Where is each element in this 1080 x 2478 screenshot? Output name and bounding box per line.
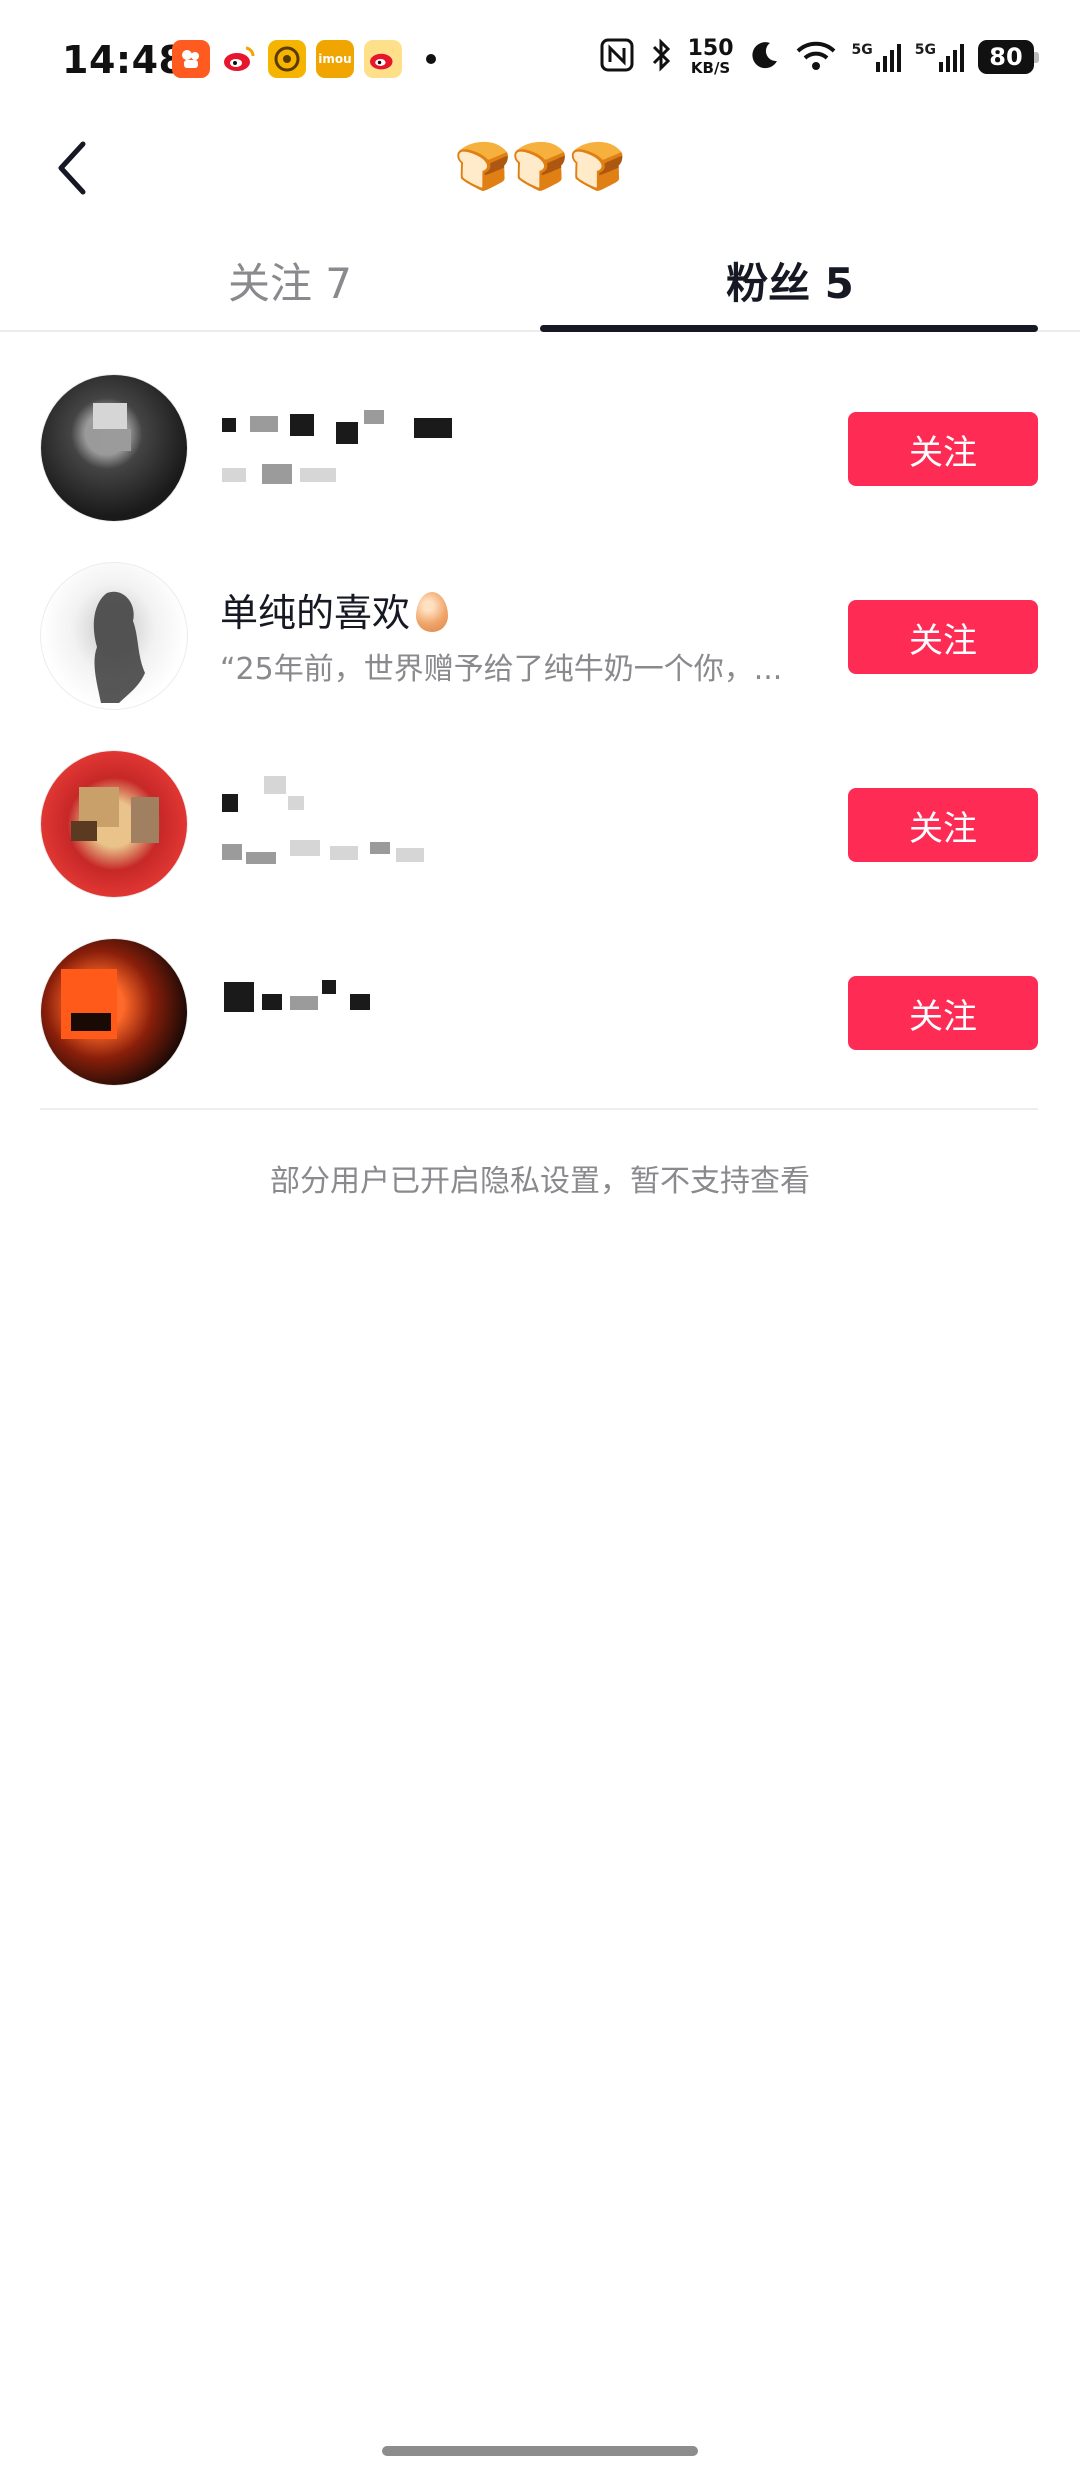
bluetooth-icon — [648, 38, 674, 76]
music-app-icon — [268, 40, 306, 78]
egg-emoji-icon — [416, 592, 449, 632]
fan-bio: “25年前，世界赠予给了纯牛奶一个你，... — [220, 652, 783, 687]
tab-fans[interactable]: 粉丝 5 — [520, 230, 1060, 330]
follow-button[interactable]: 关注 — [848, 600, 1038, 674]
pixelated-face — [93, 403, 127, 429]
avatar[interactable] — [40, 562, 188, 710]
battery-icon: 80 — [978, 40, 1039, 74]
tab-bar: 关注 7 粉丝 5 — [0, 230, 1080, 332]
nfc-icon — [600, 38, 634, 76]
avatar[interactable] — [40, 750, 188, 898]
wifi-icon — [794, 39, 838, 75]
list-item[interactable]: 关注 — [0, 924, 1080, 1112]
pixelated-face — [71, 821, 97, 841]
silhouette-image — [93, 591, 145, 703]
network-speed: 150 KB/S — [687, 36, 734, 77]
status-time: 14:48 — [62, 38, 186, 82]
pixelated-face — [101, 429, 131, 451]
imou-app-icon: imou — [316, 40, 354, 78]
privacy-note: 部分用户已开启隐私设置，暂不支持查看 — [270, 1164, 810, 1199]
pixelated-face — [131, 797, 159, 843]
kuaishou-app-icon — [172, 40, 210, 78]
more-notifications-dot — [426, 54, 436, 64]
follow-button[interactable]: 关注 — [848, 788, 1038, 862]
list-item[interactable]: 关注 — [0, 736, 1080, 924]
list-item[interactable]: 单纯的喜欢 “25年前，世界赠予给了纯牛奶一个你，... 关注 — [0, 548, 1080, 736]
moon-icon — [748, 39, 780, 75]
list-divider — [40, 1108, 1038, 1110]
weibo-app-icon — [220, 40, 258, 78]
follow-button[interactable]: 关注 — [848, 976, 1038, 1050]
signal-bars-icon: 5G — [852, 42, 901, 72]
neon-sign-image — [71, 1013, 111, 1031]
home-indicator[interactable] — [382, 2446, 698, 2456]
avatar[interactable] — [40, 938, 188, 1086]
active-tab-indicator — [540, 325, 1038, 332]
fan-list: 关注 单纯的喜欢 “25年前，世界赠予给了纯牛奶一个你，... 关注 关注 关注 — [0, 360, 1080, 1112]
signal-bars-icon-2: 5G — [915, 42, 964, 72]
weibo-app-icon-2 — [364, 40, 402, 78]
status-bar: 14:48 imou 150 KB/S 5G 5G 80 — [0, 0, 1080, 120]
tab-following[interactable]: 关注 7 — [20, 230, 560, 330]
list-item[interactable]: 关注 — [0, 360, 1080, 548]
notification-icons: imou — [172, 40, 436, 78]
header: 🍞🍞🍞 — [0, 120, 1080, 220]
fan-name: 单纯的喜欢 — [220, 582, 449, 637]
page-title: 🍞🍞🍞 — [454, 139, 626, 193]
avatar[interactable] — [40, 374, 188, 522]
system-indicators: 150 KB/S 5G 5G 80 — [600, 36, 1039, 77]
follow-button[interactable]: 关注 — [848, 412, 1038, 486]
